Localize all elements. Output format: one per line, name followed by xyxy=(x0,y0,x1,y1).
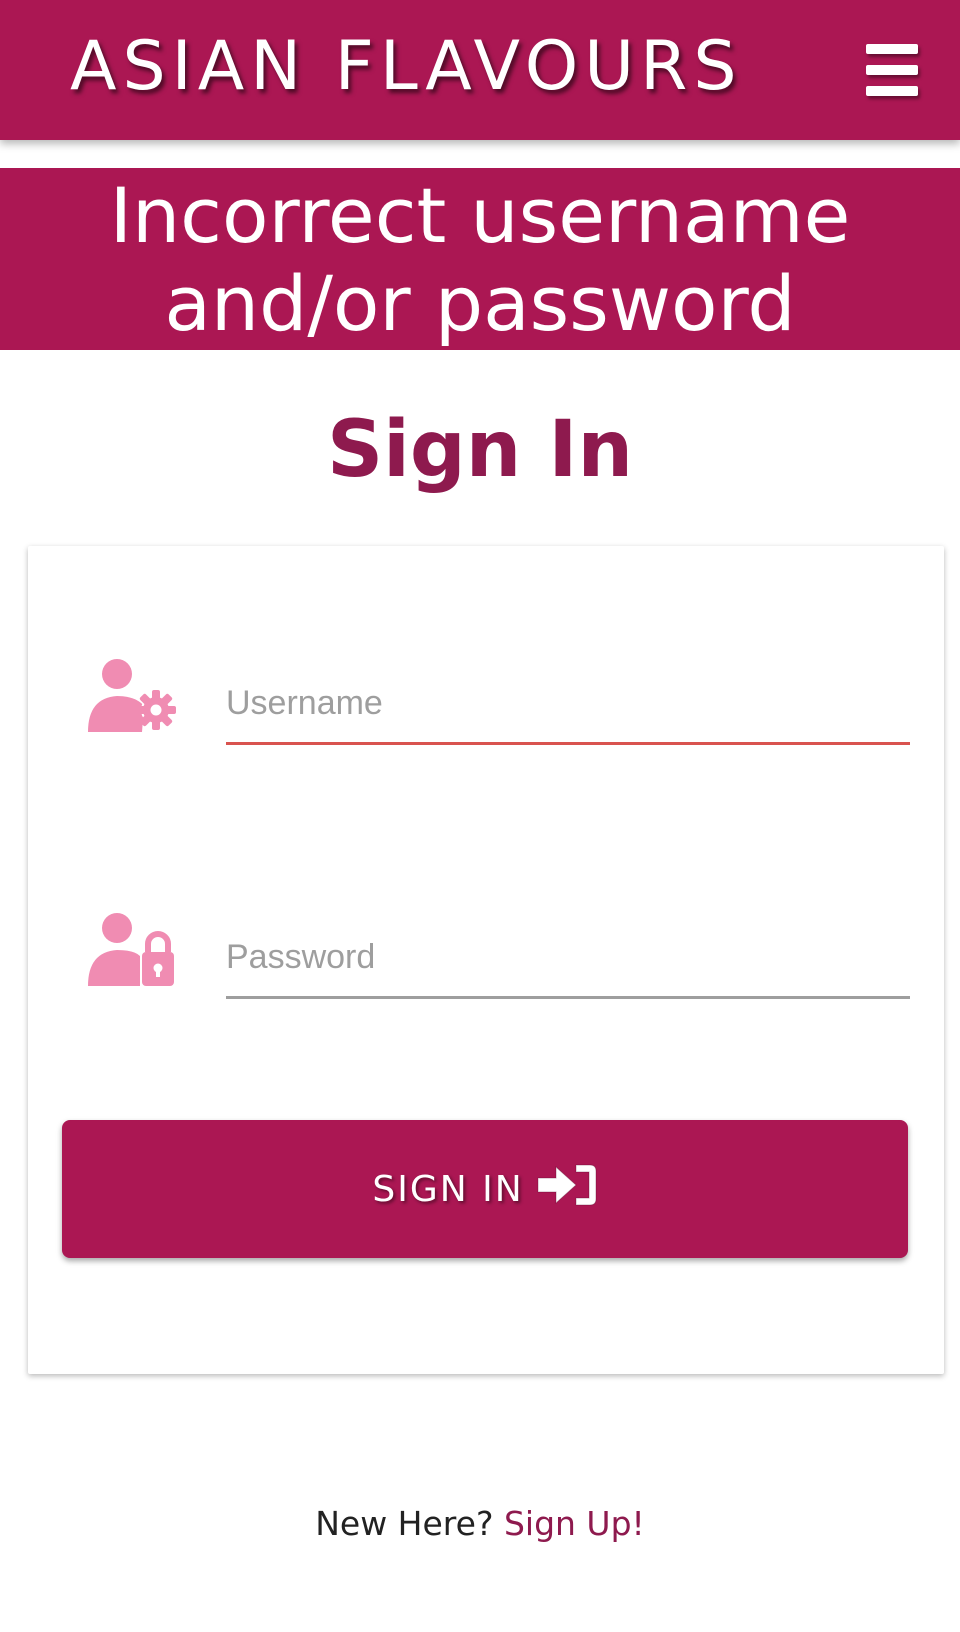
user-lock-icon xyxy=(88,913,174,986)
error-alert-line-2: and/or password xyxy=(164,259,796,348)
menu-bar-top xyxy=(866,44,918,54)
sign-up-link[interactable]: Sign Up! xyxy=(504,1504,645,1543)
sign-in-button[interactable]: SIGN IN xyxy=(62,1120,908,1258)
sign-in-card: SIGN IN xyxy=(28,546,944,1374)
sign-in-button-label: SIGN IN xyxy=(372,1168,524,1210)
page-title: Sign In xyxy=(327,405,633,495)
username-input[interactable] xyxy=(226,668,910,738)
password-field xyxy=(86,912,910,1012)
menu-bar-middle xyxy=(866,65,918,75)
sign-up-prompt-text: New Here? xyxy=(315,1504,494,1543)
sign-up-prompt: New Here? Sign Up! xyxy=(0,1500,960,1548)
user-gear-icon xyxy=(88,659,176,732)
hamburger-menu-icon[interactable] xyxy=(862,40,922,100)
brand-title[interactable]: ASIAN FLAVOURS xyxy=(70,22,743,112)
top-navbar: ASIAN FLAVOURS xyxy=(0,0,960,140)
password-underline xyxy=(226,996,910,999)
password-input[interactable] xyxy=(226,922,910,992)
sign-in-icon xyxy=(537,1164,597,1206)
error-alert-line-1: Incorrect username xyxy=(109,171,851,260)
menu-bar-bottom xyxy=(866,86,918,96)
username-underline xyxy=(226,742,910,745)
username-field xyxy=(86,658,910,758)
error-alert: Incorrect username and/or password xyxy=(0,168,960,350)
